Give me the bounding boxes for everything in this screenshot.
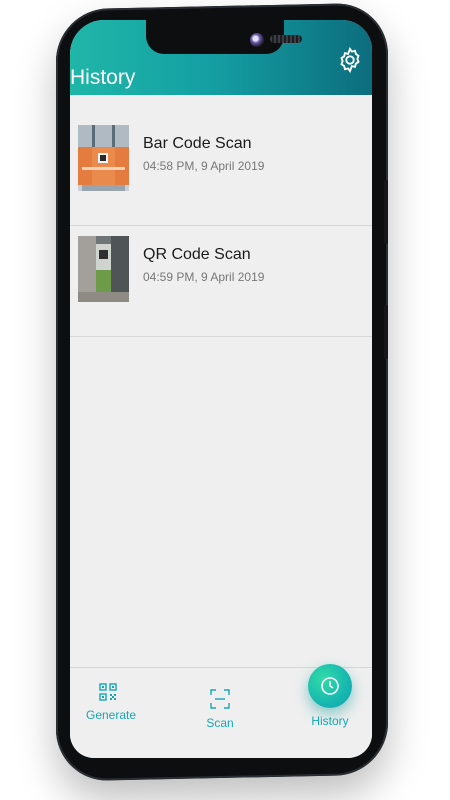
app-header: History [70, 20, 372, 95]
volume-button [384, 180, 388, 244]
nav-history-label: History [311, 714, 349, 728]
nav-scan-label: Scan [206, 716, 234, 730]
history-fab[interactable] [308, 664, 352, 708]
history-list: Bar Code Scan 04:58 PM, 9 April 2019 QR … [70, 115, 372, 337]
page-title: History [70, 66, 136, 89]
nav-generate-label: Generate [86, 708, 137, 722]
clock-icon [321, 677, 339, 695]
history-item-time: 04:59 PM, 9 April 2019 [143, 270, 265, 284]
nav-scan[interactable]: Scan [200, 688, 240, 730]
nav-history[interactable]: History [306, 664, 354, 728]
nav-generate[interactable]: Generate [86, 682, 136, 722]
camera-icon [250, 33, 264, 47]
power-button [384, 305, 388, 359]
qr-code-icon [99, 683, 117, 701]
qr-photo-thumbnail [78, 236, 129, 302]
history-item-qr-code[interactable]: QR Code Scan 04:59 PM, 9 April 2019 [70, 226, 372, 337]
history-item-time: 04:58 PM, 9 April 2019 [143, 159, 265, 173]
app-screen: History Bar Code Scan 04:58 PM, 9 April … [70, 20, 372, 758]
history-item-title: Bar Code Scan [143, 135, 252, 152]
bottom-nav: Generate Scan History [70, 664, 372, 758]
scan-frame-icon [210, 689, 230, 709]
phone-notch [146, 20, 302, 54]
barcode-photo-thumbnail [78, 125, 129, 191]
history-item-title: QR Code Scan [143, 246, 251, 263]
speaker-grille [270, 35, 302, 43]
gear-icon[interactable] [336, 46, 364, 74]
history-item-bar-code[interactable]: Bar Code Scan 04:58 PM, 9 April 2019 [70, 115, 372, 226]
